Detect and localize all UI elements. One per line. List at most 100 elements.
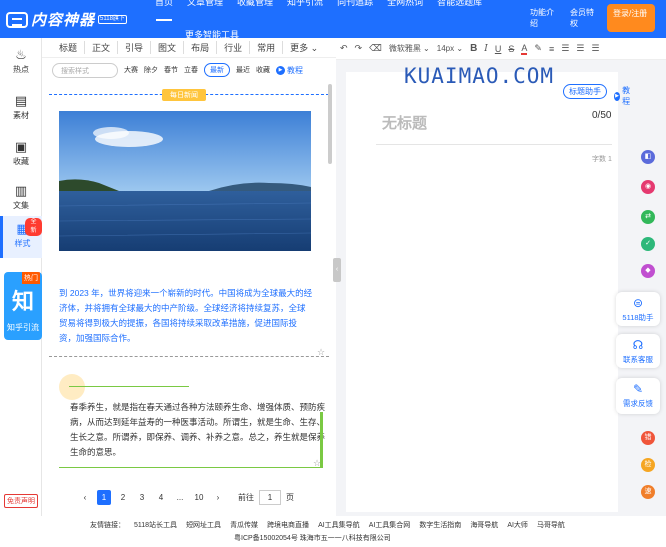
page-2[interactable]: 2	[116, 490, 130, 505]
subtab-new-year-eve[interactable]: 除夕	[144, 65, 158, 75]
nav-hotwords[interactable]: 全网热词	[387, 0, 423, 8]
footer-link[interactable]: 数字生活指南	[419, 520, 461, 530]
nav-tracking[interactable]: 同刊追踪	[337, 0, 373, 8]
style-card-news[interactable]: 每日新闻 到 2023 年，世界将迎来一个崭新的时代。中国将成为全球最大的经济体…	[49, 89, 329, 358]
tool-1-icon[interactable]: ◧	[641, 150, 655, 164]
footer-link[interactable]: 跨境电商直播	[267, 520, 309, 530]
typo-check-icon[interactable]: 错	[641, 431, 655, 445]
login-button[interactable]: 登录/注册	[607, 4, 655, 32]
subtab-contest[interactable]: 大赛	[124, 65, 138, 75]
style-card-health[interactable]: 春季养生，就是指在春天通过各种方法颐养生命、增强体质、预防疾病，从而达到延年益寿…	[49, 374, 329, 469]
tab-common[interactable]: 常用	[250, 41, 284, 54]
disclaimer-link[interactable]: 免责声明	[4, 494, 38, 508]
font-family-select[interactable]: 微软雅黑 ⌄	[389, 43, 430, 54]
font-family-value: 微软雅黑	[388, 44, 421, 53]
nav-favorites[interactable]: 收藏管理	[237, 0, 273, 8]
subtab-latest[interactable]: 最新	[204, 63, 230, 77]
strikethrough-icon[interactable]: S	[508, 44, 514, 54]
nav-articles[interactable]: 文章管理	[187, 0, 223, 8]
page-4[interactable]: 4	[154, 490, 168, 505]
brand-logo[interactable]: 内容神器 5118旗下	[6, 9, 127, 30]
tool-3-icon[interactable]: ⇄	[641, 210, 655, 224]
footer-link[interactable]: 青瓜传媒	[230, 520, 258, 530]
undo-icon[interactable]: ↶	[340, 43, 348, 54]
underline-icon[interactable]: U	[495, 44, 502, 54]
speed-icon[interactable]: 速	[641, 485, 655, 499]
sidebar-item-favorite[interactable]: ▣ 收藏	[0, 134, 42, 174]
decor-bottom-line	[59, 467, 321, 468]
footer-link[interactable]: AI工具集合网	[369, 520, 411, 530]
collapse-panel-handle[interactable]: ‹	[333, 258, 341, 282]
font-color-icon[interactable]: A	[521, 43, 528, 55]
title-input[interactable]: 无标题	[382, 112, 427, 133]
tool-5-icon[interactable]: ◆	[641, 264, 655, 278]
customer-service-button[interactable]: ☊ 联系客服	[616, 334, 660, 368]
clear-format-icon[interactable]: ⌫	[369, 43, 382, 54]
favorite-star-icon[interactable]: ☆	[313, 458, 321, 469]
tool-2-icon[interactable]: ◉	[641, 180, 655, 194]
zhihu-logo: 知	[11, 289, 34, 314]
sidebar-item-collection[interactable]: ▥ 文集	[0, 178, 42, 218]
zhihu-promo-ad[interactable]: 热门 知 知乎引流	[4, 272, 42, 340]
highlight-icon[interactable]: ✎	[534, 43, 542, 54]
footer-link[interactable]: 海哥导航	[470, 520, 498, 530]
nav-feature-intro[interactable]: 功能介绍	[530, 7, 554, 29]
italic-icon[interactable]: I	[484, 44, 488, 54]
nav-vip[interactable]: 会员特权	[570, 7, 594, 29]
line-height-icon[interactable]: ≡	[549, 44, 554, 54]
sidebar-item-material[interactable]: ▤ 素材	[0, 88, 42, 128]
nav-home[interactable]: 首页	[155, 0, 173, 8]
page-ellipsis[interactable]: ...	[173, 490, 187, 505]
footer-link[interactable]: AI大师	[507, 520, 528, 530]
style-search-input[interactable]: 搜索样式	[52, 62, 118, 78]
subtab-spring-festival[interactable]: 春节	[164, 65, 178, 75]
align-center-icon[interactable]: ☰	[576, 43, 584, 54]
brand-name: 内容神器	[31, 11, 96, 29]
tab-title[interactable]: 标题	[52, 41, 86, 54]
bold-icon[interactable]: B	[470, 43, 477, 54]
align-right-icon[interactable]: ☰	[591, 43, 599, 54]
footer-link[interactable]: AI工具集导航	[318, 520, 360, 530]
subtab-favorites[interactable]: 收藏	[256, 65, 270, 75]
subtab-lichun[interactable]: 立春	[184, 65, 198, 75]
feedback-button[interactable]: ✎ 需求反馈	[616, 378, 660, 414]
tab-more[interactable]: 更多 ⌄	[283, 41, 325, 54]
font-size-select[interactable]: 14px ⌄	[437, 44, 463, 53]
tool-4-icon[interactable]: ✓	[641, 237, 655, 251]
goto-label: 前往	[238, 493, 254, 502]
play-icon: ▶	[614, 91, 621, 101]
prev-page-icon[interactable]: ‹	[78, 490, 92, 505]
footer-link[interactable]: 马哥导航	[537, 520, 565, 530]
nav-topics[interactable]: 智能选题库	[437, 0, 482, 8]
footer-link[interactable]: 5118站长工具	[134, 520, 177, 530]
sidebar-item-style[interactable]: 全新 ▦ 样式	[0, 216, 42, 258]
lake-image	[59, 111, 311, 251]
page-10[interactable]: 10	[192, 490, 206, 505]
assistant-label: 5118助手	[622, 313, 654, 322]
page-3[interactable]: 3	[135, 490, 149, 505]
redo-icon[interactable]: ↷	[355, 43, 363, 54]
editor-tutorial-link[interactable]: ▶ 教程	[614, 85, 633, 107]
tab-layout[interactable]: 布局	[184, 41, 218, 54]
fire-icon: ♨	[15, 47, 27, 62]
style-panel: 标题 正文 引导 图文 布局 行业 常用 更多 ⌄ 搜索样式 大赛 除夕 春节 …	[42, 38, 336, 516]
tab-body[interactable]: 正文	[85, 41, 119, 54]
next-page-icon[interactable]: ›	[211, 490, 225, 505]
page-1[interactable]: 1	[97, 490, 111, 505]
assistant-button[interactable]: ⊜ 5118助手	[616, 292, 660, 326]
panel-scrollbar[interactable]	[328, 84, 332, 164]
tab-image-text[interactable]: 图文	[151, 41, 185, 54]
goto-page-input[interactable]: 1	[259, 490, 281, 505]
style-subtabs: 搜索样式 大赛 除夕 春节 立春 最新 最近 收藏 ▶ 教程	[42, 60, 336, 80]
tab-guide[interactable]: 引导	[118, 41, 152, 54]
assistant-icon: ⊜	[632, 296, 644, 310]
align-left-icon[interactable]: ☰	[561, 43, 569, 54]
subtab-recent[interactable]: 最近	[236, 65, 250, 75]
title-helper-button[interactable]: 标题助手	[563, 84, 607, 99]
sidebar-item-hot[interactable]: ♨ 热点	[0, 42, 42, 82]
footer-link[interactable]: 短网址工具	[186, 520, 221, 530]
tab-industry[interactable]: 行业	[217, 41, 251, 54]
inspect-icon[interactable]: 检	[641, 458, 655, 472]
nav-zhihu[interactable]: 知乎引流	[287, 0, 323, 8]
tutorial-link[interactable]: ▶ 教程	[276, 65, 303, 76]
